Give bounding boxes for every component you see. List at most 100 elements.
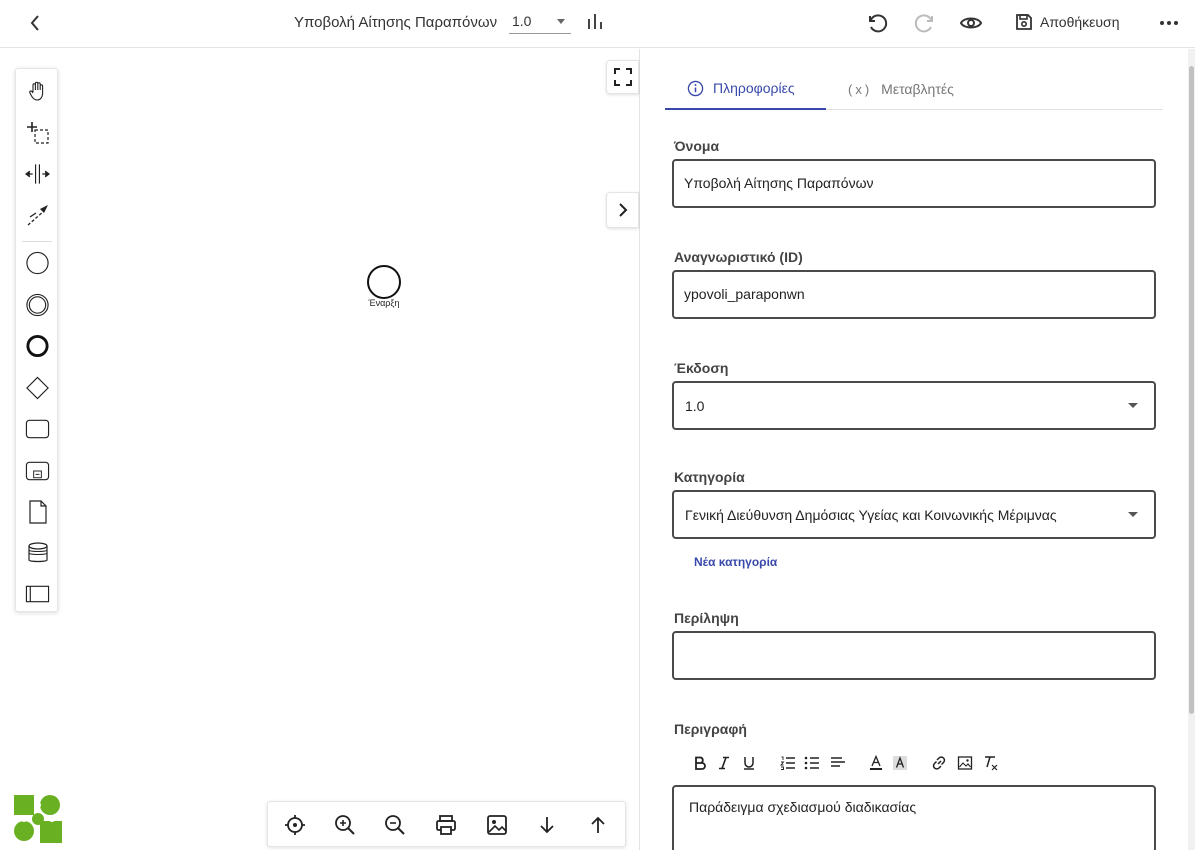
id-field[interactable]: ypovoli_paraponwn xyxy=(672,270,1156,319)
lasso-tool-button[interactable] xyxy=(25,120,50,145)
category-dropdown[interactable]: Γενική Διεύθυνση Δημόσιας Υγείας και Κοι… xyxy=(672,490,1156,539)
link-button[interactable] xyxy=(929,751,949,775)
app-logo xyxy=(14,795,62,843)
undo-icon xyxy=(869,14,888,33)
start-event-label: Έναρξη xyxy=(368,298,400,308)
image-icon xyxy=(957,756,973,770)
connect-tool-button[interactable] xyxy=(25,202,50,227)
name-value: Υποβολή Αίτησης Παραπόνων xyxy=(684,175,874,191)
clear-format-icon xyxy=(985,756,998,771)
new-category-link[interactable]: Νέα κατηγορία xyxy=(694,555,777,569)
text-color-button[interactable] xyxy=(866,751,886,775)
fullscreen-button[interactable] xyxy=(606,60,639,94)
category-label: Κατηγορία xyxy=(674,469,745,485)
floppy-disk-icon xyxy=(1016,14,1032,30)
hand-tool-button[interactable] xyxy=(25,78,50,103)
preview-button[interactable] xyxy=(958,10,984,36)
insert-image-button[interactable] xyxy=(955,751,975,775)
create-subprocess-button[interactable] xyxy=(25,458,50,483)
version-dropdown[interactable]: 1.0 xyxy=(672,381,1156,430)
bullet-list-button[interactable] xyxy=(802,751,822,775)
task-icon xyxy=(25,419,50,438)
create-task-button[interactable] xyxy=(25,416,50,441)
description-editor[interactable]: Παράδειγμα σχεδιασμού διαδικασίας xyxy=(672,785,1156,850)
undo-button[interactable] xyxy=(864,10,890,36)
zoom-out-button[interactable] xyxy=(383,813,407,837)
properties-panel: Πληροφορίες (x) Μεταβλητές Όνομα Υποβολή… xyxy=(640,49,1195,850)
more-horizontal-icon xyxy=(1160,21,1178,25)
id-label: Αναγνωριστικό (ID) xyxy=(674,249,803,265)
name-label: Όνομα xyxy=(674,138,720,154)
start-event-shape[interactable] xyxy=(367,265,401,299)
ordered-list-button[interactable] xyxy=(778,751,798,775)
export-image-button[interactable] xyxy=(485,813,509,837)
toggle-panel-button[interactable] xyxy=(606,192,639,228)
end-event-icon xyxy=(26,334,49,357)
chevron-right-icon xyxy=(618,203,627,217)
bullet-list-icon xyxy=(804,756,819,770)
panel-scrollbar[interactable] xyxy=(1189,66,1194,714)
more-options-button[interactable] xyxy=(1156,10,1182,36)
bar-chart-icon xyxy=(588,14,602,29)
ordered-list-icon xyxy=(780,756,795,770)
zoom-in-button[interactable] xyxy=(333,813,357,837)
eye-icon xyxy=(959,17,983,29)
zoom-out-icon xyxy=(385,815,405,835)
process-title: Υποβολή Αίτησης Παραπόνων xyxy=(294,14,498,31)
create-pool-button[interactable] xyxy=(25,581,50,606)
logo-icon xyxy=(14,795,62,843)
redo-icon xyxy=(914,14,933,33)
bold-button[interactable] xyxy=(690,751,710,775)
zoom-in-icon xyxy=(335,815,355,835)
caret-down-icon xyxy=(557,19,565,24)
version-label: Έκδοση xyxy=(674,360,729,376)
lasso-select-icon xyxy=(26,121,49,144)
underline-icon xyxy=(744,757,754,770)
summary-field[interactable] xyxy=(672,631,1156,680)
arrow-up-icon xyxy=(591,816,605,833)
highlight-icon xyxy=(893,756,907,770)
print-button[interactable] xyxy=(434,813,458,837)
canvas-toolbar xyxy=(267,801,626,847)
create-end-event-button[interactable] xyxy=(25,333,50,358)
data-object-icon xyxy=(28,499,47,524)
crosshair-icon xyxy=(285,815,305,835)
version-select[interactable]: 1.0 xyxy=(509,10,571,34)
create-gateway-button[interactable] xyxy=(25,375,50,400)
create-data-store-button[interactable] xyxy=(25,540,50,565)
id-value: ypovoli_paraponwn xyxy=(684,286,805,302)
create-data-object-button[interactable] xyxy=(25,499,50,524)
underline-button[interactable] xyxy=(739,751,759,775)
italic-button[interactable] xyxy=(714,751,734,775)
back-button[interactable] xyxy=(22,10,48,36)
align-left-button[interactable] xyxy=(828,751,848,775)
bold-icon xyxy=(695,756,706,770)
tab-variables[interactable]: (x) Μεταβλητές xyxy=(848,68,998,110)
create-intermediate-event-button[interactable] xyxy=(25,292,50,317)
description-label: Περιγραφή xyxy=(674,721,747,737)
save-label: Αποθήκευση xyxy=(1040,14,1120,30)
center-view-button[interactable] xyxy=(283,813,307,837)
top-bar: Υποβολή Αίτησης Παραπόνων 1.0 Αποθήκευση xyxy=(0,0,1195,48)
panel-tabs: Πληροφορίες (x) Μεταβλητές xyxy=(665,68,1163,110)
diagram-canvas[interactable] xyxy=(0,49,639,850)
version-value: 1.0 xyxy=(512,13,532,29)
upload-button[interactable] xyxy=(586,813,610,837)
create-start-event-button[interactable] xyxy=(25,250,50,275)
gateway-icon xyxy=(26,376,49,399)
caret-down-icon xyxy=(1128,512,1138,517)
clear-format-button[interactable] xyxy=(981,751,1001,775)
name-field[interactable]: Υποβολή Αίτησης Παραπόνων xyxy=(672,159,1156,208)
download-button[interactable] xyxy=(535,813,559,837)
space-tool-button[interactable] xyxy=(25,161,50,186)
fullscreen-icon xyxy=(613,68,632,86)
pool-participant-icon xyxy=(25,585,50,602)
version-dropdown-value: 1.0 xyxy=(685,398,705,414)
highlight-color-button[interactable] xyxy=(890,751,910,775)
statistics-button[interactable] xyxy=(584,11,606,33)
redo-button[interactable] xyxy=(912,10,938,36)
tab-info[interactable]: Πληροφορίες xyxy=(665,68,826,110)
save-button[interactable]: Αποθήκευση xyxy=(1014,10,1119,34)
tab-info-label: Πληροφορίες xyxy=(713,80,795,96)
italic-icon xyxy=(719,756,729,770)
